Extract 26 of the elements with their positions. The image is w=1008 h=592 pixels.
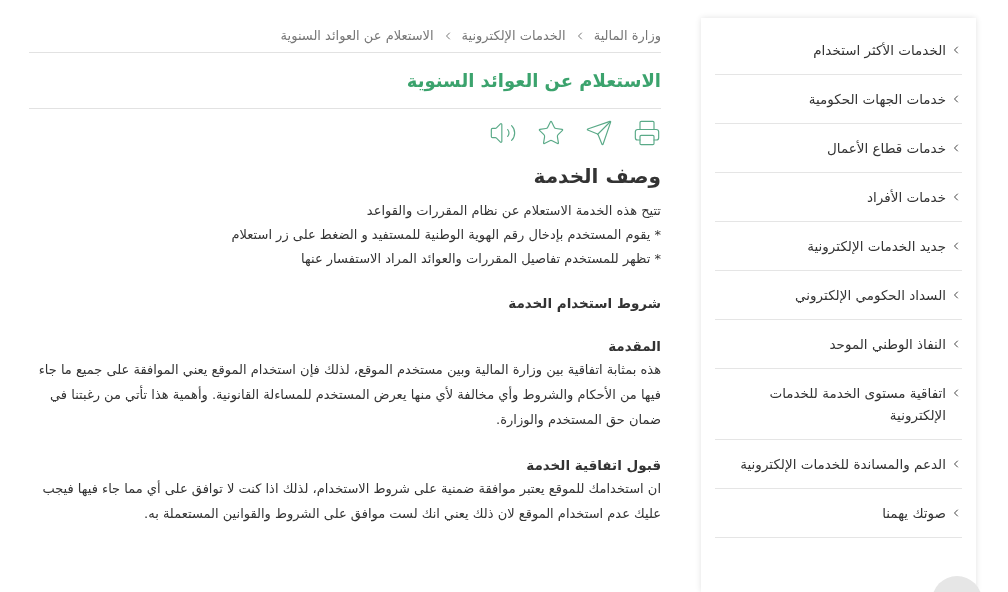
paper-plane-icon[interactable] — [585, 118, 613, 147]
print-icon[interactable] — [633, 118, 661, 147]
description-line: * تظهر للمستخدم تفاصيل المقررات والعوائد المراد الاستفسار عنها — [300, 249, 661, 269]
sidebar-link[interactable]: الدعم والمساندة للخدمات الإلكترونية — [740, 453, 946, 475]
sidebar-link[interactable]: خدمات قطاع الأعمال — [827, 137, 946, 159]
description-line: تتيح هذه الخدمة الاستعلام عن نظام المقررات والقواعد — [365, 201, 661, 221]
sidebar-link[interactable]: خدمات الأفراد — [867, 186, 946, 208]
description-line: * يقوم المستخدم بإدخال رقم الهوية الوطنية للمستفيد و الضغط على زر استعلام — [230, 225, 661, 245]
terms-paragraph: ان استخدامك للموقع يعتبر موافقة ضمنية على شروط الاستخدام، لذلك اذا كنت لا توافق على أي مما جاء فيها فيجب عليك عدم استخدام الموقع لان ذلك يعني انك لست موافق على الشروط والقوانين المستعملة به. — [41, 479, 661, 524]
sidebar-link[interactable]: صوتك يهمنا — [882, 502, 946, 524]
terms-heading: المقدمة — [607, 336, 661, 356]
terms-paragraph: هذه بمثابة اتفاقية بين وزارة المالية وبين مستخدم الموقع، لذلك فإن استخدام الموقع يعني الموافقة على جميع ما جاء فيها من الأحكام والشروط وأي مخالفة لأي منها يعرض المستخدم للمساءلة القانونية. وأهمية هذا تأتي من رغبتنا في ضمان حق المستخدم والوزارة. — [37, 360, 661, 430]
sidebar-link[interactable]: النفاذ الوطني الموحد — [829, 333, 946, 355]
sidebar-link[interactable]: اتفاقية مستوى الخدمة للخدمات الإلكترونية — [715, 382, 946, 426]
sidebar-link[interactable]: الخدمات الأكثر استخدام — [813, 39, 946, 61]
breadcrumb-link[interactable]: الاستعلام عن العوائد السنوية — [280, 26, 434, 46]
section-title: وصف الخدمة — [532, 162, 661, 190]
sidebar-link[interactable]: جديد الخدمات الإلكترونية — [807, 235, 946, 257]
breadcrumb-link[interactable]: وزارة المالية — [593, 26, 661, 46]
star-icon[interactable] — [537, 118, 565, 147]
sidebar-link[interactable]: السداد الحكومي الإلكتروني — [795, 284, 946, 306]
page-title: الاستعلام عن العوائد السنوية — [29, 52, 661, 109]
terms-title: شروط استخدام الخدمة — [507, 293, 661, 313]
breadcrumb-link[interactable]: الخدمات الإلكترونية — [461, 26, 566, 46]
sidebar-link[interactable]: خدمات الجهات الحكومية — [808, 88, 946, 110]
terms-heading: قبول اتفاقية الخدمة — [525, 455, 661, 475]
